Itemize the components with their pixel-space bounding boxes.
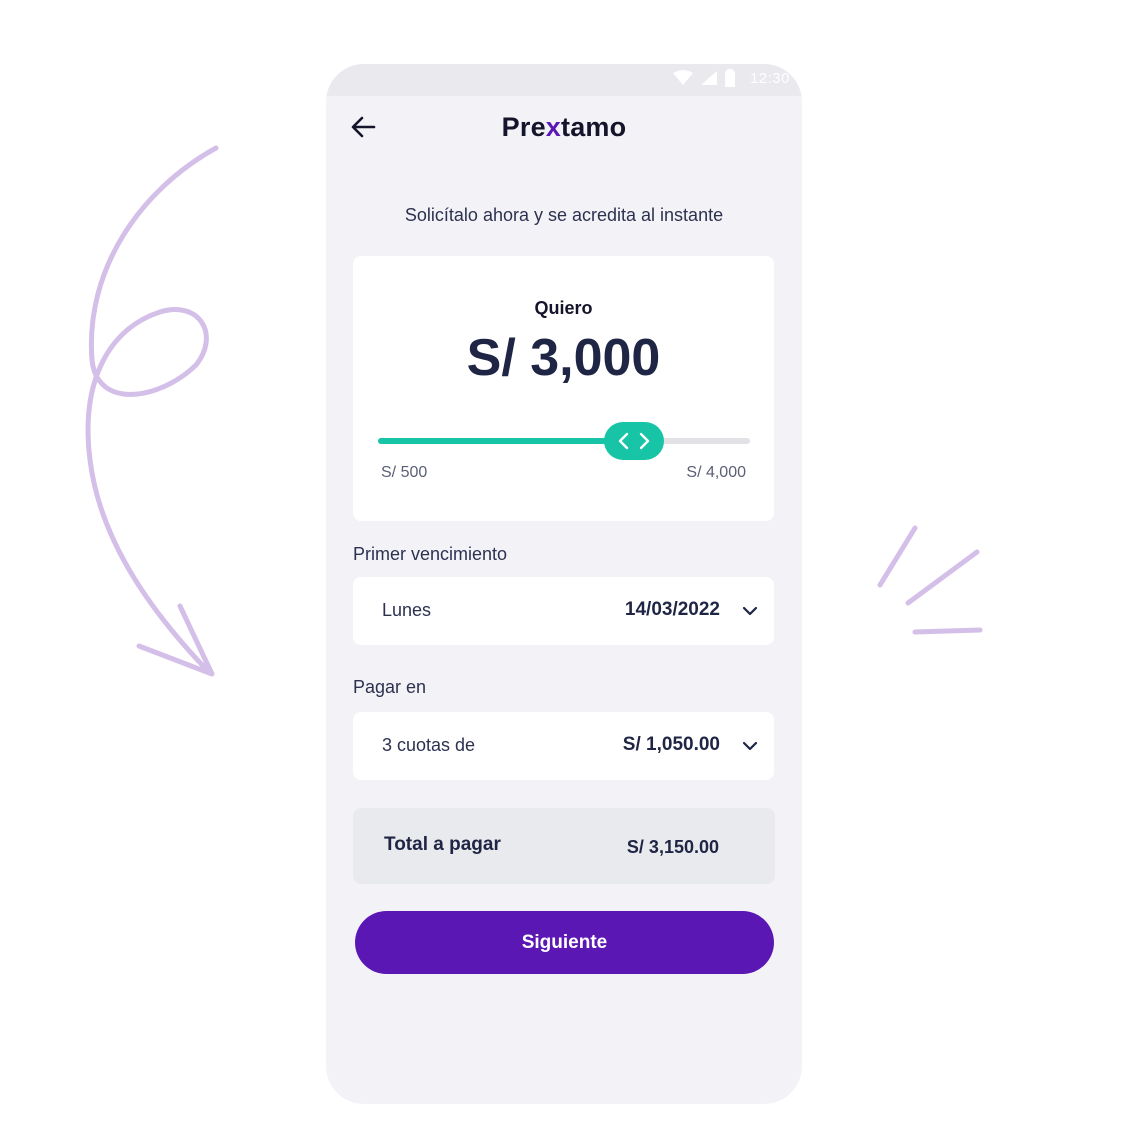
chevron-down-icon <box>742 741 758 751</box>
due-date-select[interactable]: Lunes 14/03/2022 <box>353 577 774 645</box>
want-label: Quiero <box>534 298 593 318</box>
chevron-left-icon <box>618 432 628 450</box>
page-subtitle: Solicítalo ahora y se acredita al instan… <box>404 205 724 225</box>
swirl-arrow-decoration <box>85 145 219 677</box>
installments-count: 3 cuotas de <box>382 735 476 755</box>
status-bar: 12:30 <box>326 64 802 96</box>
wifi-icon <box>672 70 693 85</box>
status-time: 12:30 <box>749 69 790 87</box>
total-summary: Total a pagar S/ 3,150.00 <box>353 808 775 884</box>
loan-amount: S/ 3,000 <box>466 329 661 387</box>
signal-icon <box>700 71 717 85</box>
due-date-day: Lunes <box>382 600 432 620</box>
slider-fill <box>378 438 634 444</box>
battery-icon <box>724 69 735 87</box>
due-date-label: Primer vencimiento <box>353 544 508 564</box>
slider-max-label: S/ 4,000 <box>686 464 746 481</box>
total-value: S/ 3,150.00 <box>626 837 719 857</box>
due-date-value: 14/03/2022 <box>624 599 720 620</box>
installments-select[interactable]: 3 cuotas de S/ 1,050.00 <box>353 712 774 780</box>
loan-amount-card: Quiero S/ 3,000 S/ 500 S/ 4,000 <box>353 256 774 521</box>
chevron-right-icon <box>639 432 649 450</box>
logo-part-pre: Pre <box>501 112 546 142</box>
chevron-down-icon <box>742 606 758 616</box>
payment-label: Pagar en <box>353 677 427 697</box>
sparkle-decoration <box>877 525 983 635</box>
logo-part-post: tamo <box>561 112 627 142</box>
total-label: Total a pagar <box>384 834 501 855</box>
slider-min-label: S/ 500 <box>381 464 428 481</box>
amount-slider[interactable] <box>378 422 750 460</box>
installment-amount: S/ 1,050.00 <box>622 734 720 755</box>
next-button[interactable]: Siguiente <box>355 911 774 974</box>
slider-handle[interactable] <box>603 422 664 460</box>
brand-logo: Prextamo <box>326 112 802 143</box>
phone-screen: 12:30 Prextamo Solicítalo ahora y se acr… <box>326 64 802 1104</box>
logo-part-x: x <box>545 112 562 142</box>
